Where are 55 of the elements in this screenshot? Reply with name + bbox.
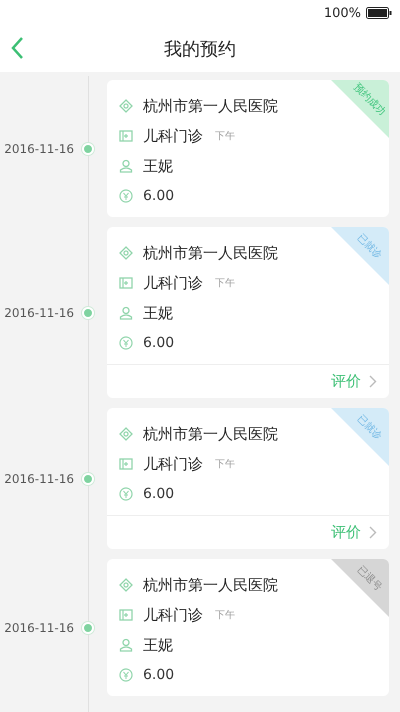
yen-icon <box>119 487 133 501</box>
timeline-dot <box>82 306 94 318</box>
location-icon <box>119 246 133 260</box>
hospital-name: 杭州市第一人民医院 <box>143 244 278 262</box>
location-icon <box>119 99 133 113</box>
hospital-name: 杭州市第一人民医院 <box>143 424 278 444</box>
yen-icon <box>119 189 133 203</box>
clinic-icon <box>119 276 133 290</box>
person-icon <box>119 306 133 320</box>
yen-icon <box>119 336 133 350</box>
patient-name: 王妮 <box>143 304 173 322</box>
status-ribbon: 预约成功 <box>331 80 389 138</box>
timeline-dot <box>82 472 94 484</box>
timeline-dot <box>82 142 94 154</box>
status-ribbon: 已就诊 <box>331 408 389 466</box>
appointment-date: 2016-11-16 <box>4 306 74 320</box>
location-icon <box>119 578 133 592</box>
status-ribbon: 已退号 <box>331 559 389 617</box>
time-period: 下午 <box>215 609 235 622</box>
person-icon <box>119 638 133 652</box>
price: 6.00 <box>143 335 174 351</box>
yen-icon <box>119 668 133 682</box>
department-name: 儿科门诊 <box>143 126 203 146</box>
time-period: 下午 <box>215 130 235 143</box>
chevron-icon <box>369 375 377 388</box>
hospital-name: 杭州市第一人民医院 <box>143 576 278 594</box>
time-period: 下午 <box>215 458 235 471</box>
appointment-date: 2016-11-16 <box>4 472 74 486</box>
time-period: 下午 <box>215 277 235 290</box>
price: 6.00 <box>143 667 174 683</box>
appointment-date: 2016-11-16 <box>4 142 74 156</box>
appointment-card[interactable]: 已就诊 杭州市第一人民医院 儿科门诊 下午 王妮 6.00 评价 <box>107 227 389 398</box>
appointment-card[interactable]: 已退号 杭州市第一人民医院 儿科门诊 下午 王妮 6.00 <box>107 559 389 696</box>
patient-name: 王妮 <box>143 156 173 176</box>
patient-name: 王妮 <box>143 636 173 654</box>
clinic-icon <box>119 457 133 471</box>
price: 6.00 <box>143 188 174 204</box>
department-name: 儿科门诊 <box>143 454 203 474</box>
person-icon <box>119 159 133 173</box>
battery-percentage: 100% <box>324 6 361 20</box>
clinic-icon <box>119 608 133 622</box>
page-title: 我的预约 <box>164 38 236 61</box>
status-ribbon: 已就诊 <box>331 227 389 285</box>
hospital-name: 杭州市第一人民医院 <box>143 96 278 116</box>
department-name: 儿科门诊 <box>143 606 203 624</box>
timeline-dot <box>82 622 94 634</box>
appointment-card[interactable]: 预约成功 杭州市第一人民医院 儿科门诊 下午 王妮 6.00 <box>107 80 389 217</box>
appointment-date: 2016-11-16 <box>4 620 74 634</box>
department-name: 儿科门诊 <box>143 274 203 292</box>
appointment-card[interactable]: 已就诊 杭州市第一人民医院 儿科门诊 下午 6.00 评价 <box>107 408 389 549</box>
price: 6.00 <box>143 486 174 502</box>
chevron-icon <box>369 526 377 539</box>
clinic-icon <box>119 129 133 143</box>
battery-icon <box>366 7 392 19</box>
location-icon <box>119 427 133 441</box>
